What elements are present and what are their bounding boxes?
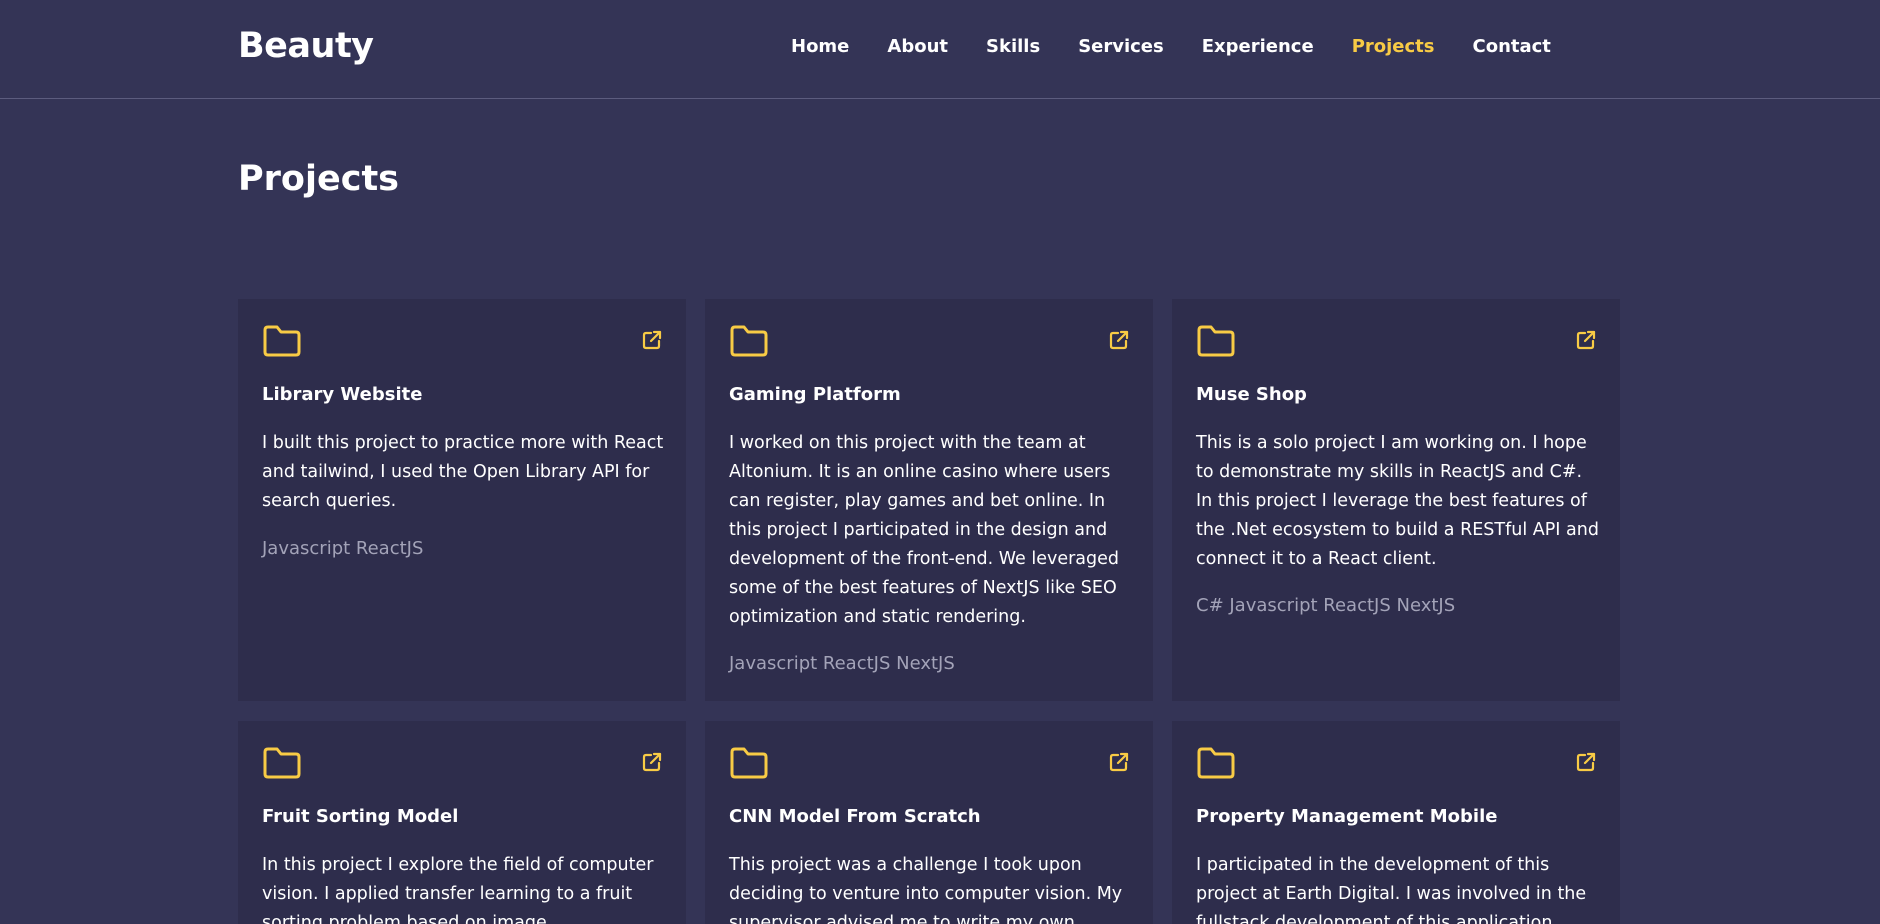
- folder-icon: [1197, 747, 1235, 779]
- folder-icon: [263, 747, 301, 779]
- folder-icon: [1197, 325, 1235, 357]
- folder-icon: [730, 747, 768, 779]
- nav-contact[interactable]: Contact: [1473, 36, 1551, 57]
- external-link-icon[interactable]: [1576, 752, 1596, 772]
- folder-icon: [263, 325, 301, 357]
- project-card: CNN Model From Scratch This project was …: [705, 721, 1153, 924]
- external-link-icon[interactable]: [642, 330, 662, 350]
- nav-about[interactable]: About: [887, 36, 948, 57]
- project-title: CNN Model From Scratch: [729, 806, 981, 827]
- nav-skills[interactable]: Skills: [986, 36, 1040, 57]
- project-card: Gaming Platform I worked on this project…: [705, 299, 1153, 701]
- nav-projects[interactable]: Projects: [1352, 36, 1435, 57]
- project-card: Muse Shop This is a solo project I am wo…: [1172, 299, 1620, 701]
- project-title: Fruit Sorting Model: [262, 806, 459, 827]
- project-card: Fruit Sorting Model In this project I ex…: [238, 721, 686, 924]
- project-description: I worked on this project with the team a…: [729, 433, 1120, 627]
- project-card: Library Website I built this project to …: [238, 299, 686, 701]
- site-logo[interactable]: Beauty: [238, 26, 374, 66]
- project-title: Muse Shop: [1196, 384, 1307, 405]
- project-title: Gaming Platform: [729, 384, 901, 405]
- project-tags: C# Javascript ReactJS NextJS: [1196, 595, 1456, 616]
- nav-services[interactable]: Services: [1078, 36, 1164, 57]
- folder-icon: [730, 325, 768, 357]
- external-link-icon[interactable]: [1109, 330, 1129, 350]
- project-description: This is a solo project I am working on. …: [1196, 433, 1599, 569]
- project-description: I built this project to practice more wi…: [262, 433, 664, 511]
- project-description: I participated in the development of thi…: [1196, 855, 1587, 924]
- external-link-icon[interactable]: [1109, 752, 1129, 772]
- project-tags: Javascript ReactJS: [262, 538, 424, 559]
- page-title: Projects: [238, 159, 400, 199]
- external-link-icon[interactable]: [642, 752, 662, 772]
- project-title: Property Management Mobile: [1196, 806, 1498, 827]
- project-description: This project was a challenge I took upon…: [729, 855, 1123, 924]
- nav-experience[interactable]: Experience: [1202, 36, 1314, 57]
- nav-home[interactable]: Home: [791, 36, 849, 57]
- project-description: In this project I explore the field of c…: [262, 855, 654, 924]
- external-link-icon[interactable]: [1576, 330, 1596, 350]
- project-tags: Javascript ReactJS NextJS: [729, 653, 955, 674]
- project-title: Library Website: [262, 384, 423, 405]
- project-card: Property Management Mobile I participate…: [1172, 721, 1620, 924]
- main-nav: Home About Skills Services Experience Pr…: [791, 36, 1589, 57]
- site-header: Beauty Home About Skills Services Experi…: [0, 0, 1880, 99]
